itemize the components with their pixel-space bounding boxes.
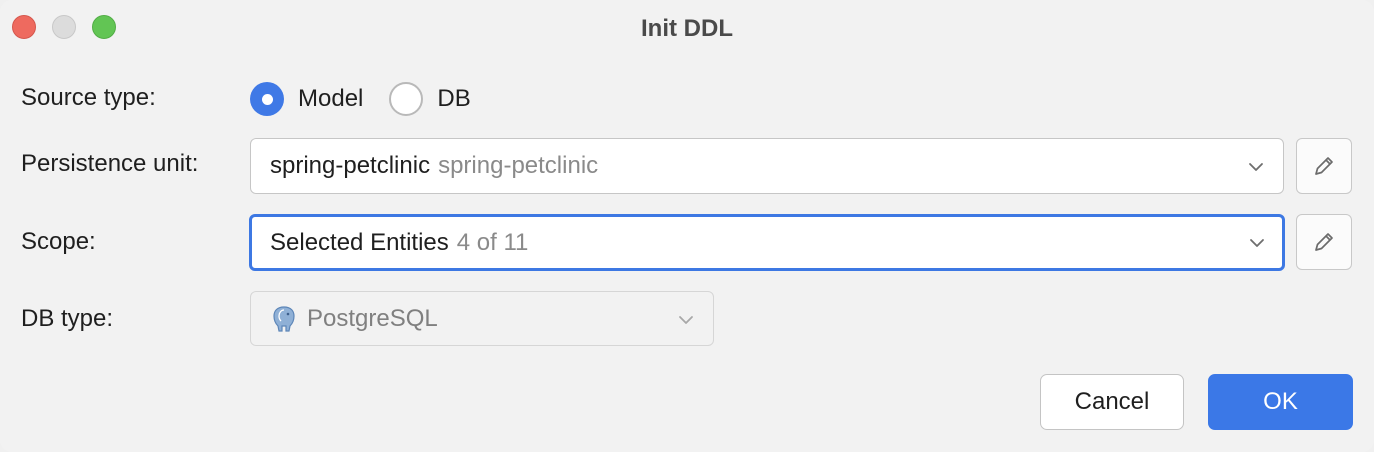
chevron-down-icon: [1250, 239, 1264, 247]
persistence-unit-value: spring-petclinic spring-petclinic: [270, 152, 598, 180]
scope-label: Scope:: [21, 228, 96, 255]
pencil-icon: [1315, 233, 1333, 251]
source-type-model-radio[interactable]: Model: [250, 82, 363, 116]
ok-button[interactable]: OK: [1208, 374, 1353, 430]
persistence-unit-dropdown[interactable]: spring-petclinic spring-petclinic: [250, 138, 1284, 194]
title-bar: Init DDL: [0, 0, 1374, 56]
postgresql-elephant-icon: [273, 306, 295, 332]
pencil-icon: [1315, 157, 1333, 175]
scope-dropdown[interactable]: Selected Entities 4 of 11: [249, 214, 1285, 271]
chevron-down-icon: [1249, 163, 1263, 171]
persistence-unit-name: spring-petclinic: [270, 152, 431, 179]
init-ddl-dialog: Init DDL Source type: Model DB Persisten…: [0, 0, 1374, 452]
source-type-db-radio[interactable]: DB: [389, 82, 471, 116]
db-type-dropdown[interactable]: PostgreSQL: [250, 291, 714, 346]
radio-unselected-icon: [389, 82, 424, 116]
source-type-radio-group: Model DB: [250, 80, 471, 118]
edit-persistence-unit-button[interactable]: [1296, 138, 1352, 194]
db-type-label: DB type:: [21, 305, 114, 332]
radio-selected-icon: [250, 82, 284, 116]
db-type-value: PostgreSQL: [307, 304, 438, 332]
persistence-unit-label: Persistence unit:: [21, 150, 199, 177]
radio-label-model: Model: [298, 85, 364, 112]
edit-scope-button[interactable]: [1296, 214, 1352, 270]
scope-name: Selected Entities: [270, 228, 449, 256]
window-title: Init DDL: [641, 15, 733, 42]
source-type-label: Source type:: [21, 84, 156, 111]
chevron-down-icon: [679, 316, 693, 324]
scope-value: Selected Entities 4 of 11: [270, 229, 528, 257]
radio-label-db: DB: [437, 85, 471, 112]
persistence-unit-hint: spring-petclinic: [438, 152, 599, 179]
scope-count-hint: 4 of 11: [456, 228, 529, 256]
cancel-button[interactable]: Cancel: [1040, 374, 1184, 430]
